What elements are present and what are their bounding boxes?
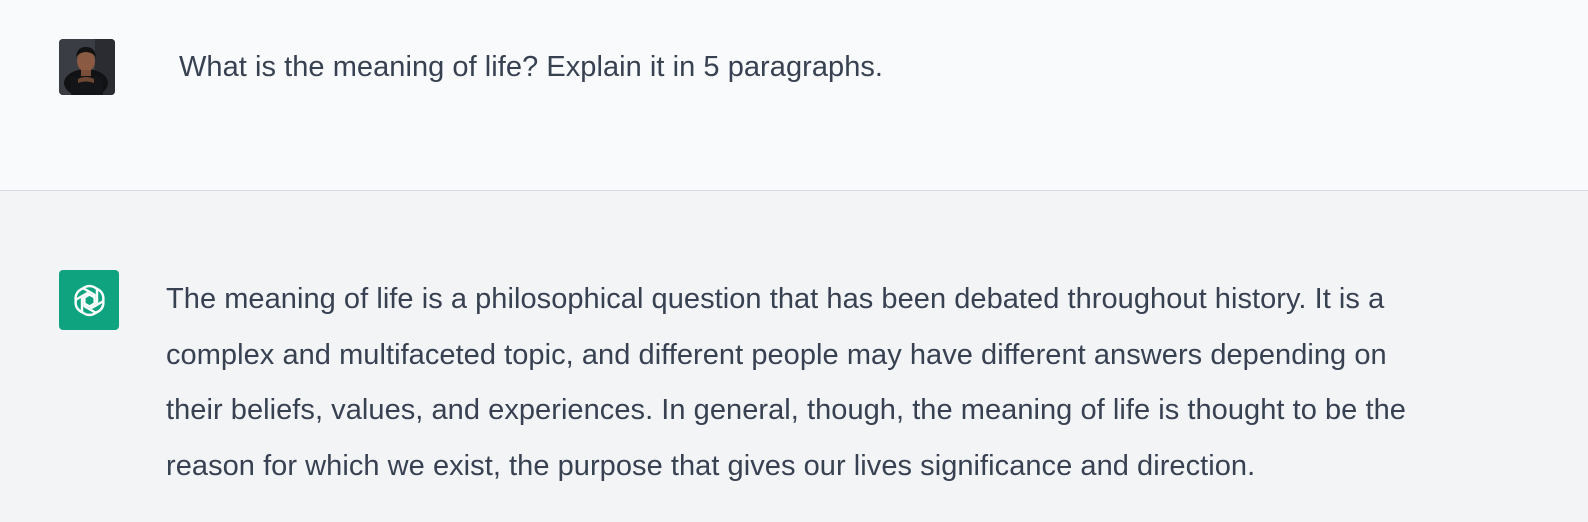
conversation-thread: What is the meaning of life? Explain it … [0, 0, 1588, 522]
assistant-message-text: The meaning of life is a philosophical q… [166, 272, 1556, 494]
assistant-text-line: reason for which we exist, the purpose t… [166, 449, 1256, 482]
assistant-avatar [59, 270, 119, 330]
user-message-text: What is the meaning of life? Explain it … [179, 51, 884, 83]
user-avatar [59, 39, 115, 95]
user-message-row: What is the meaning of life? Explain it … [0, 0, 1588, 191]
assistant-text-line: complex and multifaceted topic, and diff… [166, 338, 1387, 371]
user-photo-avatar-icon [59, 39, 115, 95]
openai-logo-icon [73, 284, 105, 316]
assistant-text-line: their beliefs, values, and experiences. … [166, 394, 1406, 426]
assistant-text-line: The meaning of life is a philosophical q… [166, 283, 1385, 315]
assistant-message-row: The meaning of life is a philosophical q… [0, 191, 1588, 522]
